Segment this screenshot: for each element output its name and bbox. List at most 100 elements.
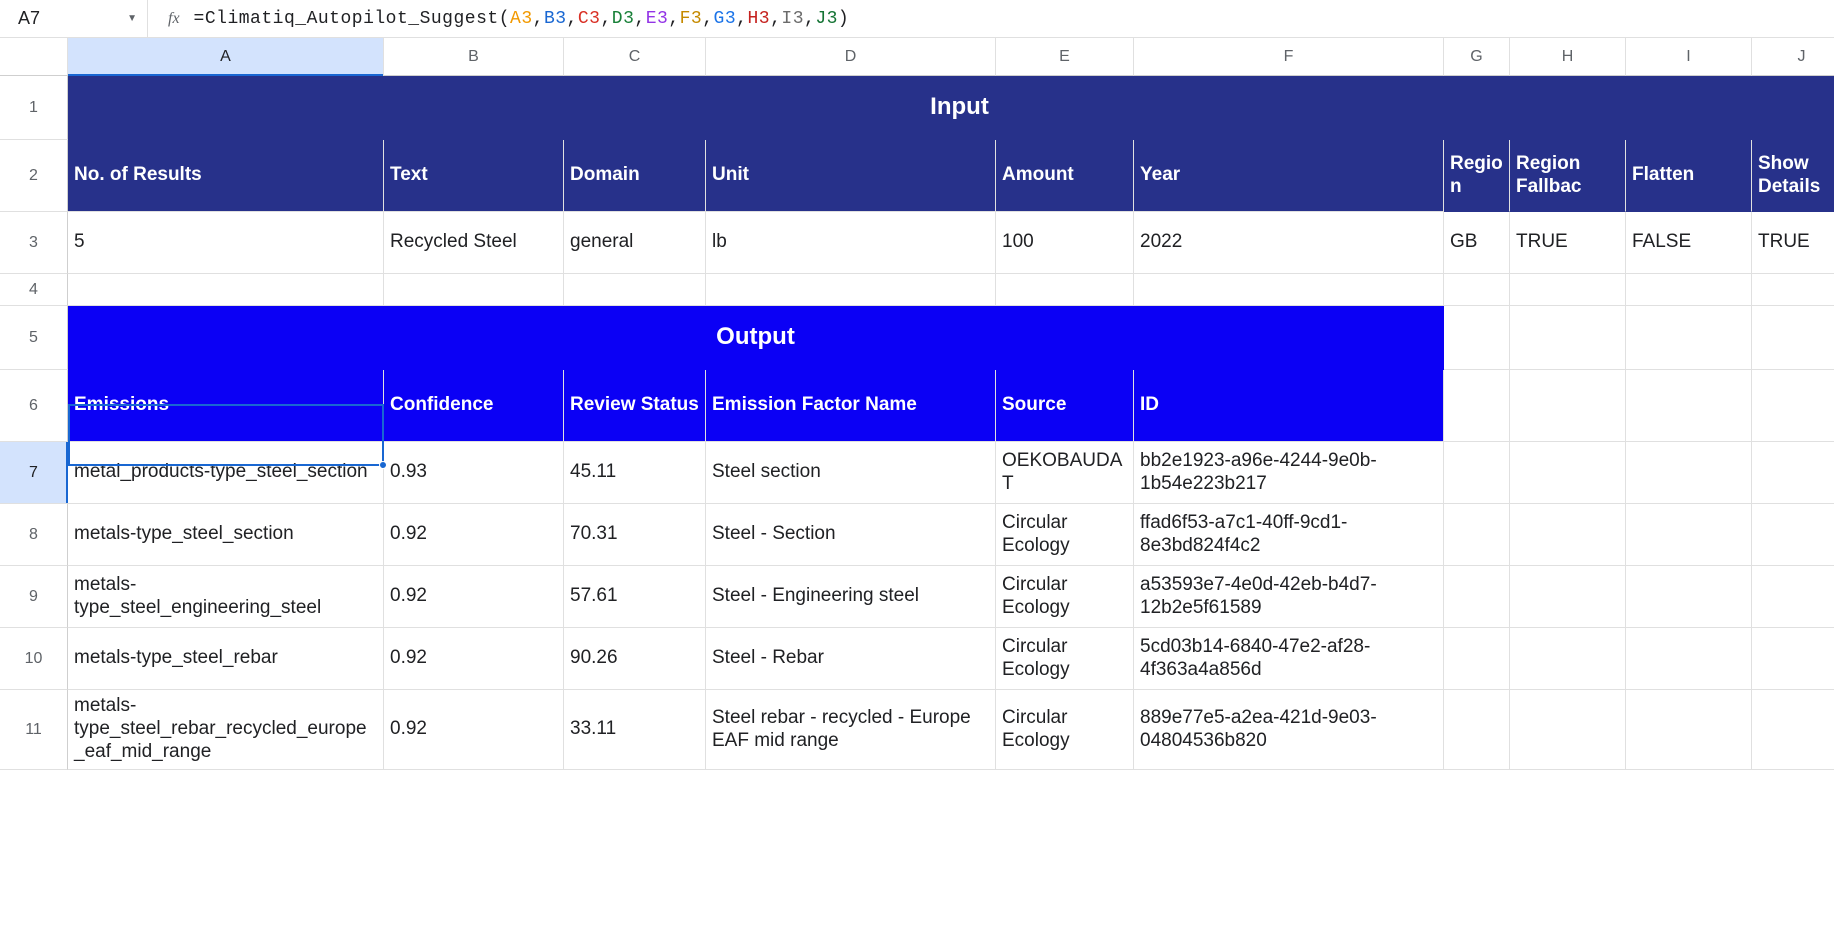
cell-b3[interactable]: Recycled Steel — [384, 212, 564, 274]
cell-e8[interactable]: Circular Ecology — [996, 504, 1134, 566]
cell-h10[interactable] — [1510, 628, 1626, 690]
cell-b10[interactable]: 0.92 — [384, 628, 564, 690]
row-header-6[interactable]: 6 — [0, 370, 68, 442]
cell-d8[interactable]: Steel - Section — [706, 504, 996, 566]
cell-e4[interactable] — [996, 274, 1134, 306]
row-header-3[interactable]: 3 — [0, 212, 68, 274]
cell-f10[interactable]: 5cd03b14-6840-47e2-af28-4f363a4a856d — [1134, 628, 1444, 690]
cell-a3[interactable]: 5 — [68, 212, 384, 274]
cell-i3[interactable]: FALSE — [1626, 212, 1752, 274]
header-amount[interactable]: Amount — [996, 140, 1134, 212]
cell-d11[interactable]: Steel rebar - recycled - Europe EAF mid … — [706, 690, 996, 770]
cell-i7[interactable] — [1626, 442, 1752, 504]
cell-e11[interactable]: Circular Ecology — [996, 690, 1134, 770]
cell-g7[interactable] — [1444, 442, 1510, 504]
cell-d10[interactable]: Steel - Rebar — [706, 628, 996, 690]
row-header-11[interactable]: 11 — [0, 690, 68, 770]
cell-j8[interactable] — [1752, 504, 1834, 566]
cell-f8[interactable]: ffad6f53-a7c1-40ff-9cd1-8e3bd824f4c2 — [1134, 504, 1444, 566]
cell-c3[interactable]: general — [564, 212, 706, 274]
cell-j11[interactable] — [1752, 690, 1834, 770]
cell-d7[interactable]: Steel section — [706, 442, 996, 504]
cell-j3[interactable]: TRUE — [1752, 212, 1834, 274]
cell-j9[interactable] — [1752, 566, 1834, 628]
col-header-c[interactable]: C — [564, 38, 706, 76]
cell-d9[interactable]: Steel - Engineering steel — [706, 566, 996, 628]
header-text[interactable]: Text — [384, 140, 564, 212]
cell-c11[interactable]: 33.11 — [564, 690, 706, 770]
fx-icon[interactable]: fx — [148, 10, 194, 28]
header-year[interactable]: Year — [1134, 140, 1444, 212]
header-domain[interactable]: Domain — [564, 140, 706, 212]
row-header-5[interactable]: 5 — [0, 306, 68, 370]
cell-g9[interactable] — [1444, 566, 1510, 628]
row-header-1[interactable]: 1 — [0, 76, 68, 140]
cell-g8[interactable] — [1444, 504, 1510, 566]
cell-a10[interactable]: metals-type_steel_rebar — [68, 628, 384, 690]
cell-j6[interactable] — [1752, 370, 1834, 442]
col-header-d[interactable]: D — [706, 38, 996, 76]
col-header-g[interactable]: G — [1444, 38, 1510, 76]
col-header-j[interactable]: J — [1752, 38, 1834, 76]
header-emissions[interactable]: Emissions — [68, 370, 384, 442]
header-no-results[interactable]: No. of Results — [68, 140, 384, 212]
cell-i9[interactable] — [1626, 566, 1752, 628]
output-section-header[interactable]: Output — [68, 306, 1444, 370]
cell-d3[interactable]: lb — [706, 212, 996, 274]
header-region-fallback[interactable]: Region Fallbac — [1510, 140, 1626, 212]
cell-a8[interactable]: metals-type_steel_section — [68, 504, 384, 566]
header-ef-name[interactable]: Emission Factor Name — [706, 370, 996, 442]
row-header-8[interactable]: 8 — [0, 504, 68, 566]
cell-g4[interactable] — [1444, 274, 1510, 306]
cell-h9[interactable] — [1510, 566, 1626, 628]
header-region[interactable]: Region — [1444, 140, 1510, 212]
header-show-details[interactable]: Show Details — [1752, 140, 1834, 212]
cell-i10[interactable] — [1626, 628, 1752, 690]
select-all-corner[interactable] — [0, 38, 68, 76]
cell-b9[interactable]: 0.92 — [384, 566, 564, 628]
cell-f7[interactable]: bb2e1923-a96e-4244-9e0b-1b54e223b217 — [1134, 442, 1444, 504]
cell-e3[interactable]: 100 — [996, 212, 1134, 274]
row-header-4[interactable]: 4 — [0, 274, 68, 306]
cell-g3[interactable]: GB — [1444, 212, 1510, 274]
row-header-2[interactable]: 2 — [0, 140, 68, 212]
col-header-e[interactable]: E — [996, 38, 1134, 76]
col-header-b[interactable]: B — [384, 38, 564, 76]
cell-i4[interactable] — [1626, 274, 1752, 306]
col-header-f[interactable]: F — [1134, 38, 1444, 76]
cell-c10[interactable]: 90.26 — [564, 628, 706, 690]
formula-input[interactable]: =Climatiq_Autopilot_Suggest(A3,B3,C3,D3,… — [194, 9, 850, 29]
cell-j7[interactable] — [1752, 442, 1834, 504]
cell-d4[interactable] — [706, 274, 996, 306]
cell-h8[interactable] — [1510, 504, 1626, 566]
cell-g6[interactable] — [1444, 370, 1510, 442]
cell-g5[interactable] — [1444, 306, 1510, 370]
input-section-header[interactable]: Input — [68, 76, 1834, 140]
cell-h11[interactable] — [1510, 690, 1626, 770]
cell-c9[interactable]: 57.61 — [564, 566, 706, 628]
cell-h4[interactable] — [1510, 274, 1626, 306]
cell-f11[interactable]: 889e77e5-a2ea-421d-9e03-04804536b820 — [1134, 690, 1444, 770]
header-confidence[interactable]: Confidence — [384, 370, 564, 442]
cell-a11[interactable]: metals-type_steel_rebar_recycled_europe_… — [68, 690, 384, 770]
cell-b4[interactable] — [384, 274, 564, 306]
cell-h3[interactable]: TRUE — [1510, 212, 1626, 274]
cell-j10[interactable] — [1752, 628, 1834, 690]
cell-e9[interactable]: Circular Ecology — [996, 566, 1134, 628]
cell-b11[interactable]: 0.92 — [384, 690, 564, 770]
cell-a4[interactable] — [68, 274, 384, 306]
cell-h6[interactable] — [1510, 370, 1626, 442]
cell-h7[interactable] — [1510, 442, 1626, 504]
col-header-h[interactable]: H — [1510, 38, 1626, 76]
cell-b7[interactable]: 0.93 — [384, 442, 564, 504]
cell-c7[interactable]: 45.11 — [564, 442, 706, 504]
cell-h5[interactable] — [1510, 306, 1626, 370]
header-review-status[interactable]: Review Status — [564, 370, 706, 442]
cell-g10[interactable] — [1444, 628, 1510, 690]
cell-b8[interactable]: 0.92 — [384, 504, 564, 566]
cell-a7[interactable]: metal_products-type_steel_section — [68, 442, 384, 504]
row-header-7[interactable]: 7 — [0, 442, 68, 504]
cell-c8[interactable]: 70.31 — [564, 504, 706, 566]
cell-e10[interactable]: Circular Ecology — [996, 628, 1134, 690]
cell-j5[interactable] — [1752, 306, 1834, 370]
